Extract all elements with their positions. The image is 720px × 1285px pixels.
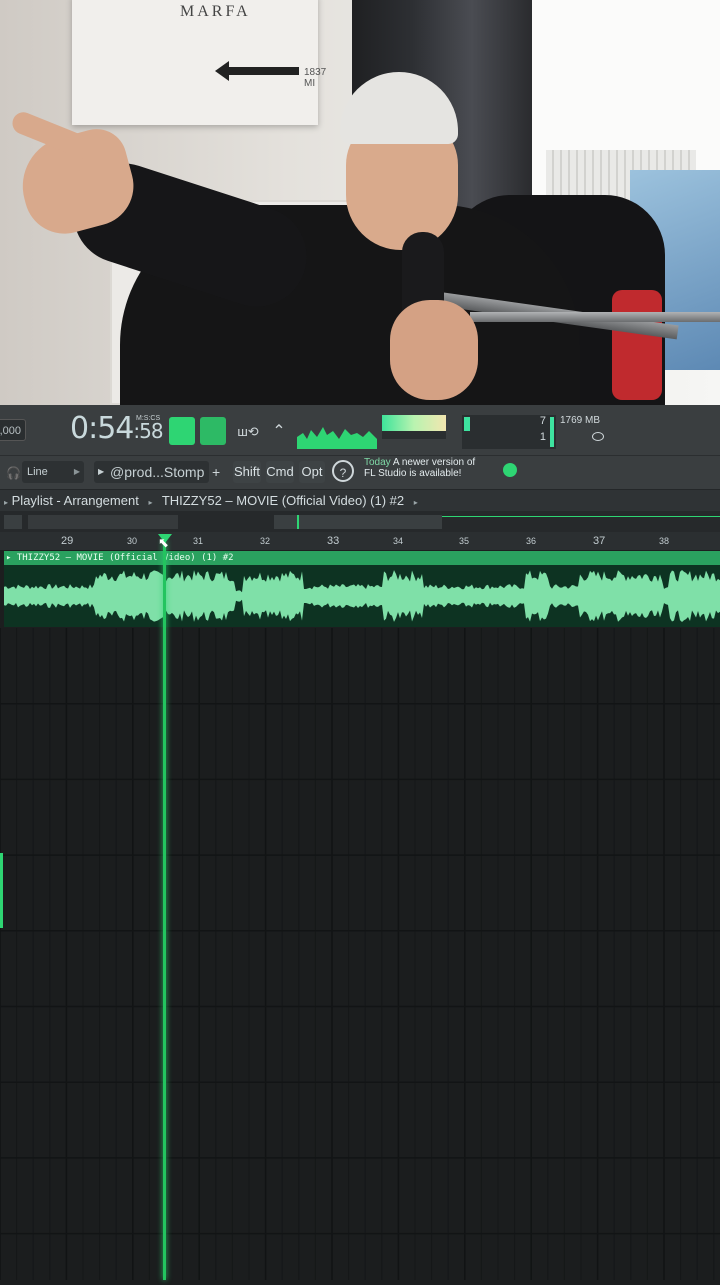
pattern-name: @prod...Stomp: [110, 464, 205, 480]
loop-zone[interactable]: [274, 515, 442, 529]
chevron-right-icon: ▶: [73, 467, 80, 476]
cpu-bar-vertical: [550, 417, 554, 447]
clip-title-text: THIZZY52 – MOVIE (Official Video) (1) #2: [16, 553, 234, 563]
chevron-right-icon[interactable]: ▸: [4, 498, 8, 507]
polyphony-value: 1: [539, 431, 546, 443]
song-position-marker[interactable]: [297, 515, 299, 529]
metronome-icon[interactable]: ⌃: [266, 419, 292, 445]
typing-keyboard-button[interactable]: [169, 417, 195, 445]
news-line-2: FL Studio is available!: [364, 468, 462, 479]
waveform-shape: [4, 570, 720, 622]
bar-38: 38: [659, 536, 670, 546]
news-panel[interactable]: Today A newer version of FL Studio is av…: [364, 456, 475, 479]
timeline-overview-line: [442, 516, 720, 517]
bar-30: 30: [127, 536, 138, 546]
news-line-1: A newer version of: [392, 457, 476, 468]
cmd-button[interactable]: Cmd: [266, 461, 294, 483]
chair-accent: [612, 290, 662, 400]
close-icon[interactable]: [4, 515, 22, 529]
secondary-toolbar: 🎧 Line ▶ ▶ @prod...Stomp + Shift Cmd Opt …: [0, 455, 720, 490]
poster-title: MARFA: [180, 3, 251, 20]
time-centiseconds: :58: [133, 419, 163, 443]
person-hand-holding-mic: [390, 300, 478, 400]
bar-37: 37: [593, 535, 606, 547]
audio-clip[interactable]: ▸ THIZZY52 – MOVIE (Official Video) (1) …: [4, 551, 720, 627]
playlist-grid[interactable]: [0, 628, 720, 1280]
cpu-panel: 7 1: [462, 415, 556, 449]
news-day: Today: [364, 457, 391, 468]
mouse-cursor-icon: ⬉: [158, 535, 169, 550]
playhead-line[interactable]: [163, 540, 166, 1280]
tempo-display[interactable]: ,000: [0, 419, 26, 441]
poster-arrow: [215, 61, 299, 81]
cpu-bar: [464, 417, 470, 431]
opt-button[interactable]: Opt: [299, 461, 325, 483]
peak-meter-lower: [382, 431, 446, 439]
chevron-right-icon: ▶: [98, 467, 105, 476]
playlist-title: Playlist - Arrangement: [11, 493, 139, 508]
bar-ruler[interactable]: 29 30 31 32 33 34 35 36 37 38: [0, 532, 720, 550]
playlist-scrollbar[interactable]: [0, 511, 720, 533]
playlist-header: ▸ Playlist - Arrangement ▸ THIZZY52 – MO…: [0, 489, 720, 512]
snap-mode-select[interactable]: Line ▶: [22, 461, 84, 483]
bar-31: 31: [193, 536, 204, 546]
clip-title: ▸ THIZZY52 – MOVIE (Official Video) (1) …: [4, 551, 720, 565]
help-icon[interactable]: ?: [332, 460, 354, 482]
polyphony-icon: [592, 432, 604, 441]
mic-arm-lower: [470, 312, 720, 322]
poster-distance: 1837 MI: [304, 67, 327, 89]
bar-35: 35: [459, 536, 470, 546]
loop-record-button[interactable]: ш⟲: [235, 419, 261, 445]
chevron-right-icon[interactable]: ▸: [414, 498, 418, 507]
bar-32: 32: [260, 536, 271, 546]
bar-36: 36: [526, 536, 537, 546]
bar-33: 33: [327, 535, 340, 547]
bar-34: 34: [393, 536, 404, 546]
main-toolbar: ,000 0:54:58 M:S:CS ш⟲ ⌃ 7 1 1769 MB: [0, 405, 720, 455]
chevron-right-icon: ▸: [148, 498, 153, 507]
snap-mode-value: Line: [27, 466, 48, 478]
add-pattern-button[interactable]: +: [212, 461, 220, 483]
scroll-handle[interactable]: [28, 515, 178, 529]
shift-button[interactable]: Shift: [233, 461, 261, 483]
arrangement-name[interactable]: THIZZY52 – MOVIE (Official Video) (1) #2: [162, 493, 404, 508]
bar-29: 29: [61, 535, 74, 547]
time-main: 0:54: [70, 411, 134, 446]
time-unit-label: M:S:CS: [136, 415, 161, 422]
cpu-value: 7: [539, 415, 546, 427]
globe-icon[interactable]: [503, 463, 517, 477]
memory-readout: 1769 MB: [560, 415, 601, 426]
output-waveform-monitor: [297, 427, 377, 449]
clip-waveform: [4, 570, 720, 622]
headset-icon[interactable]: 🎧: [6, 466, 21, 480]
step-edit-button[interactable]: [200, 417, 226, 445]
track-selection-indicator: [0, 853, 3, 928]
webcam-overlay: MARFA 1837 MI: [0, 0, 720, 405]
grid-lines: [0, 628, 720, 1280]
wall-poster: MARFA 1837 MI: [72, 0, 326, 125]
pattern-selector[interactable]: ▶ @prod...Stomp: [94, 461, 209, 483]
